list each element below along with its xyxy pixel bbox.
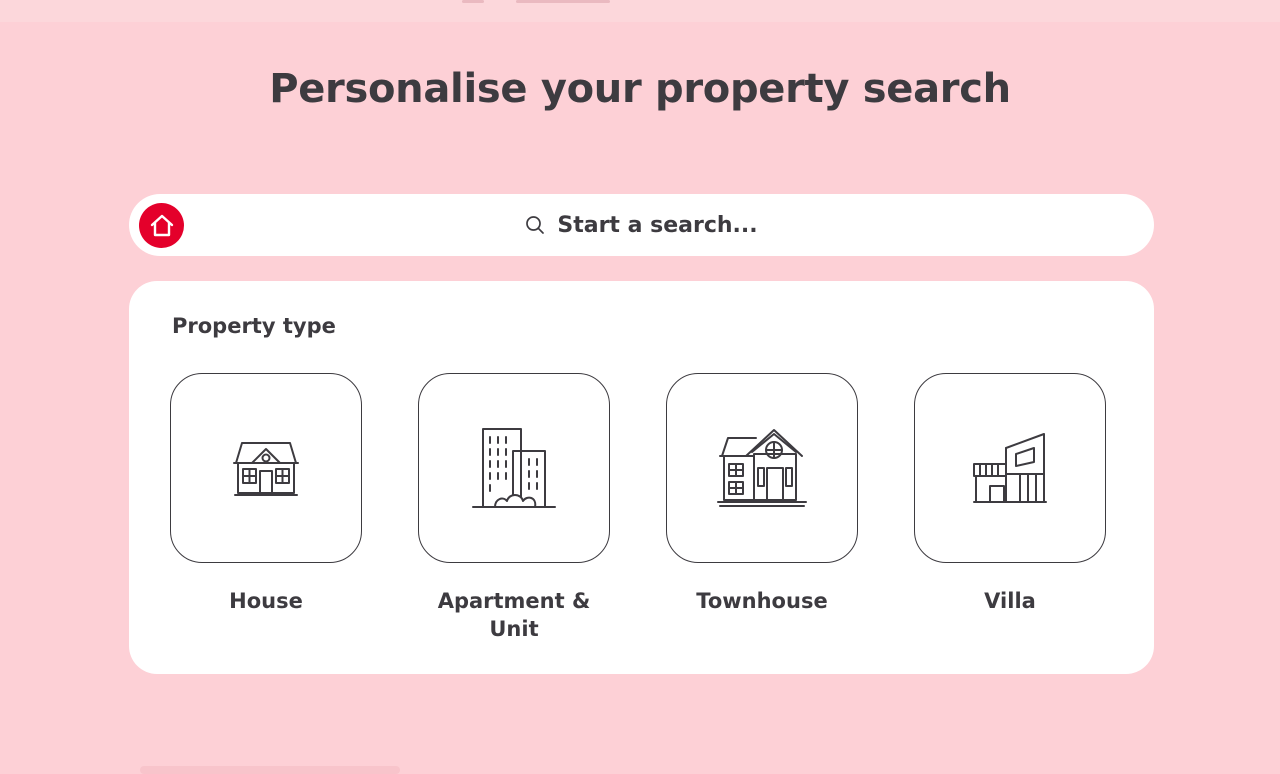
property-option-house-label: House	[229, 589, 303, 613]
house-icon	[233, 442, 299, 496]
townhouse-icon	[717, 429, 807, 507]
property-option-villa-card[interactable]	[914, 373, 1106, 563]
property-option-apartment-unit-label: Apartment & Unit	[437, 589, 591, 641]
property-type-panel: Property type House Apartment & Unit Tow…	[129, 281, 1154, 674]
brand-logo[interactable]	[139, 203, 184, 248]
top-strip	[0, 0, 1280, 22]
house-icon	[150, 214, 173, 236]
property-option-villa-label: Villa	[984, 589, 1036, 613]
property-option-house[interactable]: House	[170, 373, 362, 615]
section-label-property-type: Property type	[172, 314, 336, 338]
apartment-icon	[472, 428, 556, 508]
page-title: Personalise your property search	[269, 66, 1011, 112]
bottom-fade	[140, 766, 400, 774]
property-option-apartment-unit[interactable]: Apartment & Unit	[418, 373, 610, 643]
property-option-house-card[interactable]	[170, 373, 362, 563]
property-option-townhouse[interactable]: Townhouse	[666, 373, 858, 615]
property-option-apartment-unit-card[interactable]	[418, 373, 610, 563]
property-option-townhouse-label: Townhouse	[696, 589, 828, 613]
search-input[interactable]: Start a search...	[557, 213, 757, 238]
property-option-villa[interactable]: Villa	[914, 373, 1106, 615]
property-option-townhouse-card[interactable]	[666, 373, 858, 563]
villa-icon	[973, 433, 1047, 503]
search-bar[interactable]: Start a search...	[129, 194, 1154, 256]
search-icon	[526, 216, 545, 234]
